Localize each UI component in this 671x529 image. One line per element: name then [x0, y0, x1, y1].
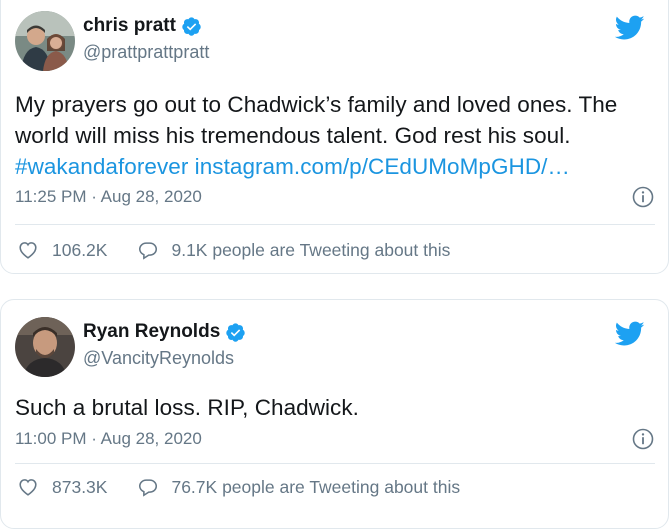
avatar[interactable]: [15, 11, 75, 71]
info-icon[interactable]: [631, 185, 655, 209]
user-handle[interactable]: @VancityReynolds: [83, 347, 246, 369]
like-count: 873.3K: [52, 476, 108, 497]
verified-badge-icon: [225, 322, 246, 343]
heart-icon: [19, 479, 37, 496]
like-button[interactable]: 873.3K: [17, 476, 107, 498]
tweet-card[interactable]: Ryan Reynolds @VancityReynolds Such a br…: [0, 299, 669, 529]
tweet-header: chris pratt @prattprattpratt: [15, 11, 655, 71]
heart-icon: [19, 242, 37, 259]
tweet-text: Such a brutal loss. RIP, Chadwick.: [15, 392, 655, 423]
twitter-bird-icon[interactable]: [614, 321, 645, 347]
avatar[interactable]: [15, 317, 75, 377]
timestamp[interactable]: 11:00 PM · Aug 28, 2020: [15, 429, 202, 448]
tweet-card[interactable]: chris pratt @prattprattpratt My prayers …: [0, 0, 669, 274]
tweet-actions: 106.2K 9.1K people are Tweeting about th…: [17, 237, 657, 263]
display-name[interactable]: chris pratt: [83, 15, 176, 37]
timestamp[interactable]: 11:25 PM · Aug 28, 2020: [15, 187, 202, 206]
user-handle[interactable]: @prattprattpratt: [83, 41, 209, 63]
info-icon[interactable]: [631, 427, 655, 451]
speech-bubble-icon: [139, 242, 158, 260]
url-link[interactable]: instagram.com/p/CEdUMoMpGHD/…: [195, 154, 570, 179]
divider: [15, 463, 655, 464]
conversation-button[interactable]: 76.7K people are Tweeting about this: [137, 476, 460, 498]
tweet-meta: 11:00 PM · Aug 28, 2020: [15, 427, 655, 451]
tweet-body: Such a brutal loss. RIP, Chadwick.: [15, 395, 359, 420]
tweet-body: My prayers go out to Chadwick’s family a…: [15, 92, 618, 148]
tweet-text: My prayers go out to Chadwick’s family a…: [15, 89, 655, 182]
tweet-header: Ryan Reynolds @VancityReynolds: [15, 317, 655, 377]
user-info: Ryan Reynolds @VancityReynolds: [83, 321, 246, 369]
twitter-bird-icon[interactable]: [614, 15, 645, 41]
conversation-text: 76.7K people are Tweeting about this: [171, 476, 461, 497]
divider: [15, 224, 655, 225]
like-button[interactable]: 106.2K: [17, 239, 107, 261]
display-name[interactable]: Ryan Reynolds: [83, 321, 220, 343]
speech-bubble-icon: [139, 479, 158, 497]
hashtag-link[interactable]: #wakandaforever: [15, 154, 188, 179]
verified-badge-icon: [181, 16, 202, 37]
conversation-text: 9.1K people are Tweeting about this: [171, 239, 451, 260]
like-count: 106.2K: [52, 239, 108, 260]
tweet-meta: 11:25 PM · Aug 28, 2020: [15, 185, 655, 209]
conversation-button[interactable]: 9.1K people are Tweeting about this: [137, 239, 450, 261]
tweet-actions: 873.3K 76.7K people are Tweeting about t…: [17, 474, 657, 500]
user-info: chris pratt @prattprattpratt: [83, 15, 209, 63]
